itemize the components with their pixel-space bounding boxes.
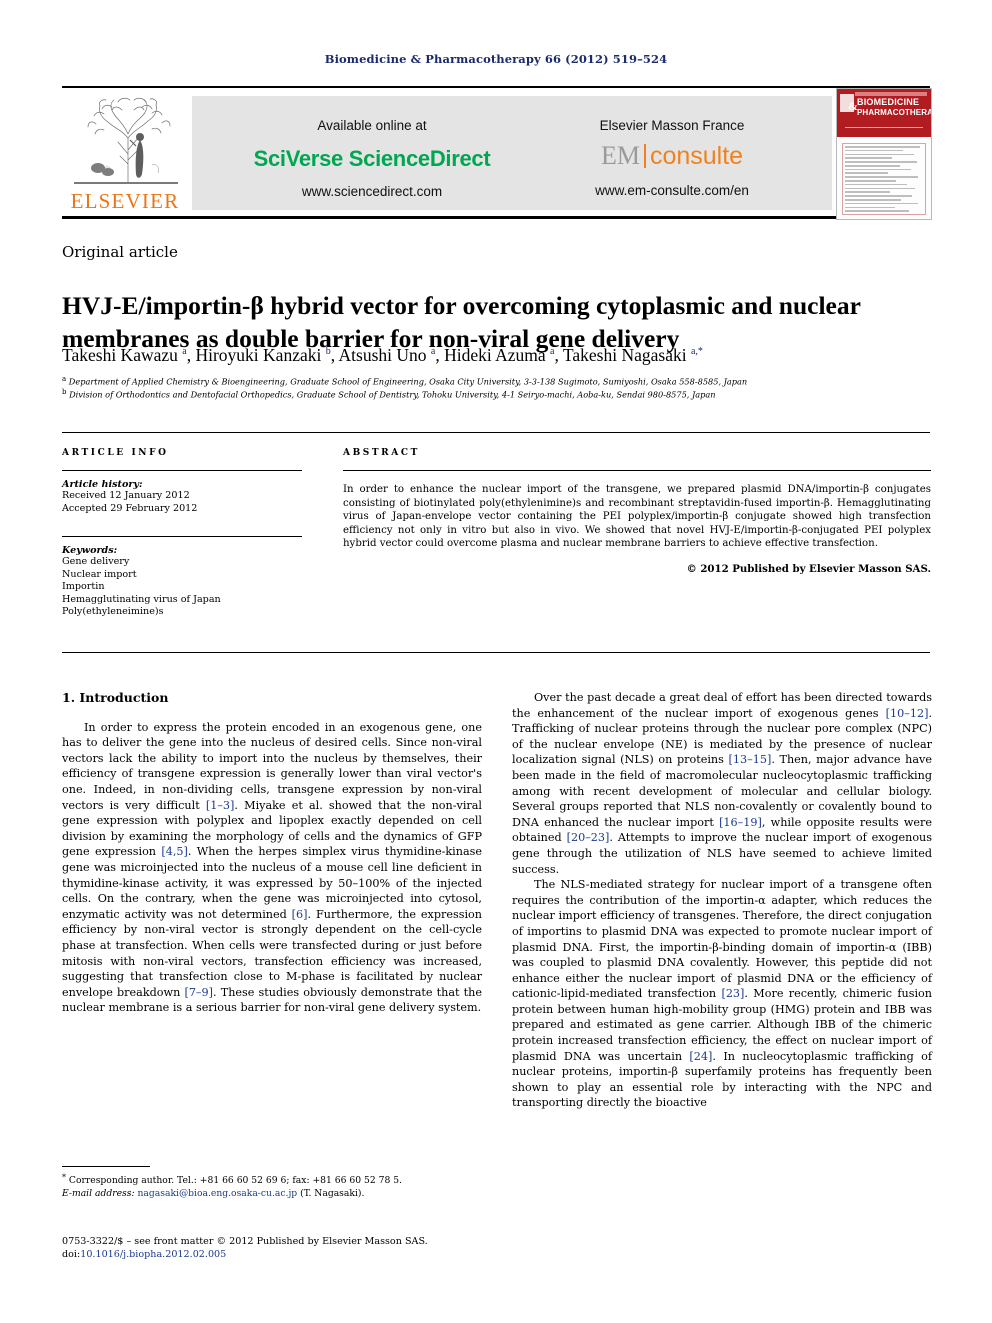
em-divider [643, 144, 646, 168]
affiliation-b: b Division of Orthodontics and Dentofaci… [62, 387, 942, 400]
corresponding-author-marker: * [62, 1173, 66, 1182]
masthead: ELSEVIER Available online at SciVerse Sc… [62, 86, 932, 220]
body-paragraph: In order to express the protein encoded … [62, 720, 482, 1016]
keyword-item: Gene delivery [62, 556, 130, 567]
author-list: Takeshi Kawazu a, Hiroyuki Kanzaki b, At… [62, 344, 703, 365]
keyword-item: Poly(ethyleneimine)s [62, 606, 164, 617]
body-column-left: 1. Introduction In order to express the … [62, 690, 482, 1016]
article-info-heading: ARTICLE INFO [62, 448, 169, 458]
citation-ref[interactable]: [6] [292, 908, 308, 921]
abstract-panel: ABSTRACT In order to enhance the nuclear… [343, 448, 931, 575]
citation-ref[interactable]: [16–19] [719, 816, 762, 829]
article-info-heading-rule [62, 470, 302, 471]
elsevier-wordmark: ELSEVIER [70, 189, 180, 213]
keyword-item: Nuclear import [62, 568, 137, 580]
body-text-run: Over the past decade a great deal of eff… [512, 691, 932, 720]
imprint-block: 0753-3322/$ – see front matter © 2012 Pu… [62, 1236, 492, 1262]
abstract-heading: ABSTRACT [343, 448, 420, 458]
article-accepted-date: Accepted 29 February 2012 [62, 502, 198, 514]
available-online-label: Available online at [317, 118, 427, 133]
article-received-date: Received 12 January 2012 [62, 490, 190, 501]
keyword-item: Importin [62, 581, 105, 592]
affiliation-b-marker: b [62, 388, 67, 397]
availability-banner: Available online at SciVerse ScienceDire… [192, 96, 832, 210]
info-block-bottom-rule [62, 652, 930, 653]
journal-cover-thumbnail: & BIOMEDICINE PHARMACOTHERAPY [836, 88, 932, 220]
email-address-label: E-mail address: [62, 1187, 135, 1199]
emconsulte-wordmark: EM consulte [522, 141, 822, 171]
elsevier-logo: ELSEVIER [66, 94, 184, 213]
doi-line: doi:10.1016/j.biopha.2012.02.005 [62, 1249, 492, 1262]
doi-label: doi: [62, 1248, 81, 1260]
affiliations: a Department of Applied Chemistry & Bioe… [62, 374, 942, 400]
affiliation-a-marker: a [62, 375, 67, 383]
corresponding-author-note: * Corresponding author. Tel.: +81 66 60 … [62, 1172, 482, 1200]
journal-article-page: Biomedicine & Pharmacotherapy 66 (2012) … [0, 0, 992, 1323]
citation-ref[interactable]: [24] [689, 1050, 712, 1063]
citation-ref[interactable]: [7–9] [184, 986, 213, 999]
keyword-item: Hemagglutinating virus of Japan [62, 593, 221, 605]
cover-header-band: & BIOMEDICINE PHARMACOTHERAPY [837, 89, 931, 137]
sciencedirect-wordmark: SciVerse ScienceDirect [253, 146, 491, 171]
citation-ref[interactable]: [1–3] [206, 799, 235, 812]
issn-front-matter: 0753-3322/$ – see front matter © 2012 Pu… [62, 1236, 428, 1247]
citation-ref[interactable]: [23] [721, 987, 744, 1000]
keywords-rule [62, 536, 302, 537]
doi-link[interactable]: 10.1016/j.biopha.2012.02.005 [80, 1249, 226, 1260]
corresponding-author-text: Corresponding author. Tel.: +81 66 60 52… [68, 1175, 402, 1186]
body-column-right: Over the past decade a great deal of eff… [512, 690, 932, 1111]
cover-divider [845, 127, 923, 128]
keywords-label: Keywords: [62, 545, 118, 556]
cover-top-rule [855, 92, 927, 96]
section-heading-introduction: 1. Introduction [62, 690, 169, 705]
em-prefix: EM [600, 141, 640, 170]
running-head: Biomedicine & Pharmacotherapy 66 (2012) … [324, 52, 668, 66]
article-info-panel: ARTICLE INFO Article history: Received 1… [62, 448, 302, 619]
sciencedirect-url[interactable]: www.sciencedirect.com [222, 184, 522, 199]
emconsulte-url[interactable]: www.em-consulte.com/en [522, 183, 822, 198]
elsevier-tree-icon [74, 94, 178, 186]
body-paragraph: Over the past decade a great deal of eff… [512, 690, 932, 877]
citation-ref[interactable]: [4,5] [161, 845, 188, 858]
body-paragraph: The NLS-mediated strategy for nuclear im… [512, 877, 932, 1111]
article-history-label: Article history: [62, 479, 143, 490]
email-address-link[interactable]: nagasaki@bioa.eng.osaka-cu.ac.jp [138, 1188, 298, 1199]
citation-ref[interactable]: [20–23] [567, 831, 610, 844]
abstract-heading-rule [343, 470, 931, 471]
info-block-top-rule [62, 432, 930, 433]
article-type-label: Original article [62, 243, 178, 261]
citation-ref[interactable]: [10–12] [886, 707, 929, 720]
affiliation-b-text: Division of Orthodontics and Dentofacial… [69, 389, 716, 400]
masthead-bottom-rule [62, 216, 930, 219]
affiliation-a-text: Department of Applied Chemistry & Bioeng… [68, 376, 748, 387]
body-text-run: The NLS-mediated strategy for nuclear im… [512, 878, 932, 1001]
citation-ref[interactable]: [13–15] [729, 753, 772, 766]
cover-contents-list [842, 143, 926, 215]
sciencedirect-block: Available online at SciVerse ScienceDire… [222, 96, 522, 210]
masthead-top-rule [62, 86, 930, 88]
email-address-owner: (T. Nagasaki). [300, 1187, 365, 1199]
cover-title-line-2: PHARMACOTHERAPY [857, 108, 932, 117]
affiliation-a: a Department of Applied Chemistry & Bioe… [62, 374, 942, 387]
abstract-text: In order to enhance the nuclear import o… [343, 484, 931, 550]
footnote-rule [62, 1166, 150, 1167]
emconsulte-block: Elsevier Masson France EM consulte www.em… [522, 96, 822, 210]
abstract-copyright: © 2012 Published by Elsevier Masson SAS. [686, 562, 931, 575]
cover-title-line-1: BIOMEDICINE [857, 97, 920, 107]
keywords-block: Keywords: Gene delivery Nuclear import I… [62, 536, 302, 619]
elsevier-masson-label: Elsevier Masson France [599, 118, 745, 133]
elsevier-logo-ground-line [74, 182, 178, 184]
em-suffix: consulte [649, 142, 744, 170]
